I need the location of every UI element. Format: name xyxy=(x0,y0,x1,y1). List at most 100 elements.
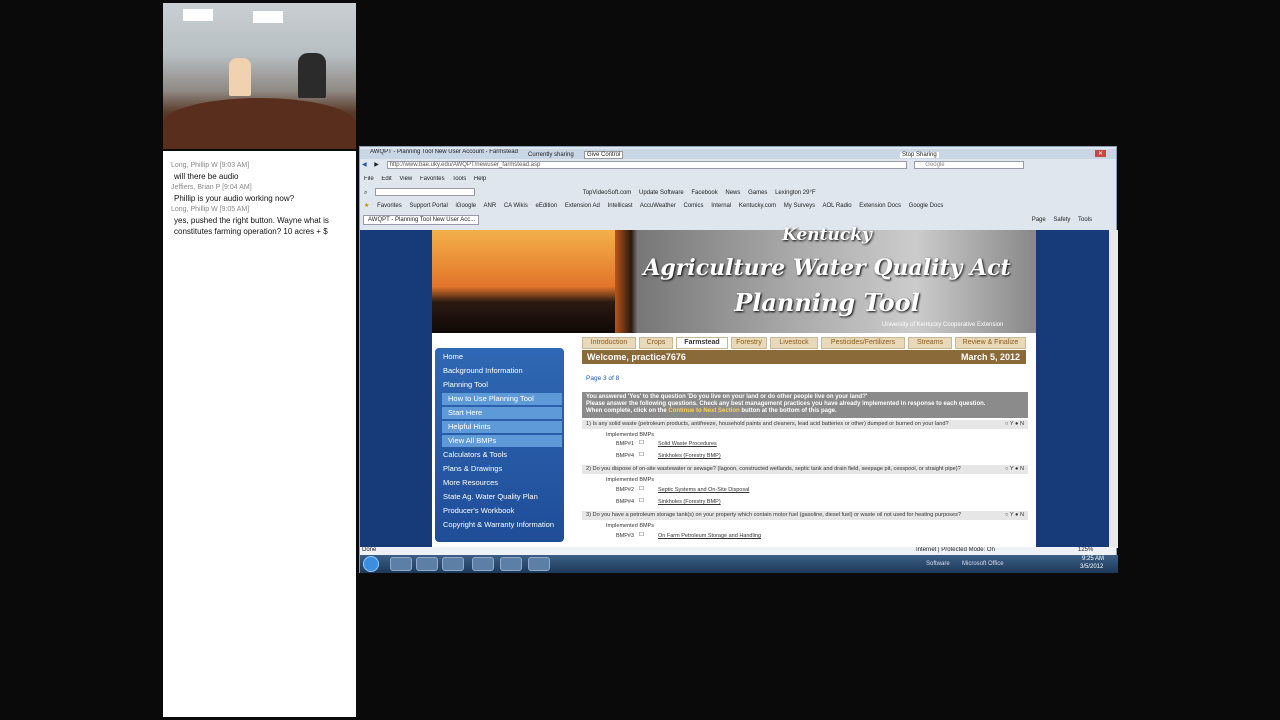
tab-streams[interactable]: Streams xyxy=(908,337,952,349)
menu-favorites[interactable]: Favorites xyxy=(420,176,445,182)
menu-file[interactable]: File xyxy=(364,176,374,182)
toolbar-item[interactable]: Lexington 29°F xyxy=(775,190,815,196)
menu-how-to[interactable]: How to Use Planning Tool xyxy=(442,393,562,405)
search-icon[interactable]: ⌕ xyxy=(364,190,367,196)
fav-item[interactable]: Favorites xyxy=(377,203,402,209)
forward-icon[interactable]: ▶ xyxy=(374,162,379,168)
tab-forestry[interactable]: Forestry xyxy=(731,337,767,349)
menu-background[interactable]: Background Information xyxy=(443,365,523,377)
yes-no-radios[interactable]: ○ Y ● N xyxy=(1005,511,1024,520)
ie-icon[interactable] xyxy=(390,557,412,571)
menu-home[interactable]: Home xyxy=(443,351,463,363)
search-input[interactable]: Google xyxy=(914,161,1025,169)
menu-view-bmps[interactable]: View All BMPs xyxy=(442,435,562,447)
yes-label[interactable]: Y xyxy=(1010,466,1014,472)
fav-item[interactable]: Extension Docs xyxy=(859,203,901,209)
close-icon[interactable]: ✕ xyxy=(1094,150,1106,157)
fav-item[interactable]: CA Wikis xyxy=(504,203,528,209)
bmp-link[interactable]: Septic Systems and On-Site Disposal xyxy=(658,487,749,493)
url-input[interactable]: http://www.bae.uky.edu/AWQPT/newuser_far… xyxy=(386,161,907,169)
no-label[interactable]: N xyxy=(1020,512,1024,518)
question-text: 1) Is any solid waste (petroleum product… xyxy=(586,421,949,427)
menu-edit[interactable]: Edit xyxy=(381,176,391,182)
toolbar-item[interactable]: News xyxy=(725,190,740,196)
bmp-checkbox[interactable]: ☐ xyxy=(639,440,644,446)
tab-crops[interactable]: Crops xyxy=(639,337,673,349)
banner-title-2: Agriculture Water Quality Act xyxy=(643,255,1011,281)
toolbar-item[interactable]: Update Software xyxy=(639,190,684,196)
menu-copyright[interactable]: Copyright & Warranty Information xyxy=(443,519,554,531)
toolbar-search-input[interactable] xyxy=(375,188,476,196)
menu-tools[interactable]: Tools xyxy=(452,176,466,182)
tab-introduction[interactable]: Introduction xyxy=(582,337,636,349)
yes-no-radios[interactable]: ○ Y ● N xyxy=(1005,420,1024,429)
fav-item[interactable]: My Surveys xyxy=(784,203,815,209)
back-icon[interactable]: ◀ xyxy=(362,162,367,168)
bmp-link[interactable]: Sinkholes (Forestry BMP) xyxy=(658,499,721,505)
bmp-link[interactable]: On Farm Petroleum Storage and Handling xyxy=(658,533,761,539)
menu-planning-tool[interactable]: Planning Tool xyxy=(443,379,488,391)
chat-message: Phillip is your audio working now? xyxy=(174,194,295,203)
fav-item[interactable]: ANR xyxy=(483,203,496,209)
welcome-bar: Welcome, practice7676 March 5, 2012 xyxy=(582,350,1026,364)
fav-item[interactable]: AOL Radio xyxy=(822,203,851,209)
app-icon[interactable] xyxy=(500,557,522,571)
menu-bar: File Edit View Favorites Tools Help xyxy=(360,176,1116,185)
tab-livestock[interactable]: Livestock xyxy=(770,337,818,349)
yes-label[interactable]: Y xyxy=(1010,421,1014,427)
taskbar-software[interactable]: Software xyxy=(926,561,950,567)
menu-workbook[interactable]: Producer's Workbook xyxy=(443,505,514,517)
bmp-link[interactable]: Sinkholes (Forestry BMP) xyxy=(658,453,721,459)
bmp-checkbox[interactable]: ☐ xyxy=(639,452,644,458)
instruction-line: You answered 'Yes' to the question 'Do y… xyxy=(586,394,868,400)
media-icon[interactable] xyxy=(442,557,464,571)
no-label[interactable]: N xyxy=(1020,466,1024,472)
fav-item[interactable]: iGoogle xyxy=(455,203,476,209)
page-menu[interactable]: Page xyxy=(1032,217,1046,223)
tab-review[interactable]: Review & Finalize xyxy=(955,337,1026,349)
taskbar-office[interactable]: Microsoft Office xyxy=(962,561,1004,567)
start-button[interactable] xyxy=(363,556,379,572)
no-label[interactable]: N xyxy=(1020,421,1024,427)
menu-start-here[interactable]: Start Here xyxy=(442,407,562,419)
yes-label[interactable]: Y xyxy=(1010,512,1014,518)
page-scrollbar[interactable] xyxy=(1109,230,1118,548)
folder-icon[interactable] xyxy=(416,557,438,571)
fav-item[interactable]: Intellicast xyxy=(608,203,633,209)
zoom-level[interactable]: 125% xyxy=(1078,547,1093,553)
tools-menu[interactable]: Tools xyxy=(1078,217,1092,223)
toolbar-item[interactable]: Facebook xyxy=(691,190,717,196)
fav-item[interactable]: AccuWeather xyxy=(640,203,676,209)
fav-item[interactable]: Extension Ad xyxy=(565,203,600,209)
bmp-checkbox[interactable]: ☐ xyxy=(639,498,644,504)
menu-plans[interactable]: Plans & Drawings xyxy=(443,463,502,475)
fav-item[interactable]: eEdition xyxy=(536,203,558,209)
give-control-button[interactable]: Give Control xyxy=(584,151,624,159)
fav-item[interactable]: Google Docs xyxy=(909,203,944,209)
menu-resources[interactable]: More Resources xyxy=(443,477,498,489)
stop-sharing-button[interactable]: Stop Sharing xyxy=(900,152,939,158)
toolbar-item[interactable]: TopVideoSoft.com xyxy=(583,190,632,196)
continue-link[interactable]: Continue to Next Section xyxy=(668,408,739,414)
menu-view[interactable]: View xyxy=(399,176,412,182)
yes-no-radios[interactable]: ○ Y ● N xyxy=(1005,465,1024,474)
outlook-icon[interactable] xyxy=(472,557,494,571)
tab-pesticides[interactable]: Pesticides/Fertilizers xyxy=(821,337,905,349)
bmp-checkbox[interactable]: ☐ xyxy=(639,486,644,492)
menu-helpful-hints[interactable]: Helpful Hints xyxy=(442,421,562,433)
browser-tab[interactable]: AWQPT - Planning Tool New User Acc... xyxy=(363,215,479,225)
fav-item[interactable]: Kentucky.com xyxy=(739,203,776,209)
bmp-checkbox[interactable]: ☐ xyxy=(639,532,644,538)
fav-item[interactable]: Comics xyxy=(684,203,704,209)
menu-state-plan[interactable]: State Ag. Water Quality Plan xyxy=(443,491,538,503)
fav-item[interactable]: Support Portal xyxy=(409,203,447,209)
toolbar-item[interactable]: Games xyxy=(748,190,767,196)
fav-item[interactable]: Internal xyxy=(711,203,731,209)
tab-farmstead[interactable]: Farmstead xyxy=(676,337,728,349)
safety-menu[interactable]: Safety xyxy=(1053,217,1070,223)
bmp-link[interactable]: Solid Waste Procedures xyxy=(658,441,717,447)
meeting-icon[interactable] xyxy=(528,557,550,571)
taskbar: Software Microsoft Office 9:25 AM 3/5/20… xyxy=(360,555,1118,573)
menu-help[interactable]: Help xyxy=(474,176,486,182)
menu-calculators[interactable]: Calculators & Tools xyxy=(443,449,507,461)
